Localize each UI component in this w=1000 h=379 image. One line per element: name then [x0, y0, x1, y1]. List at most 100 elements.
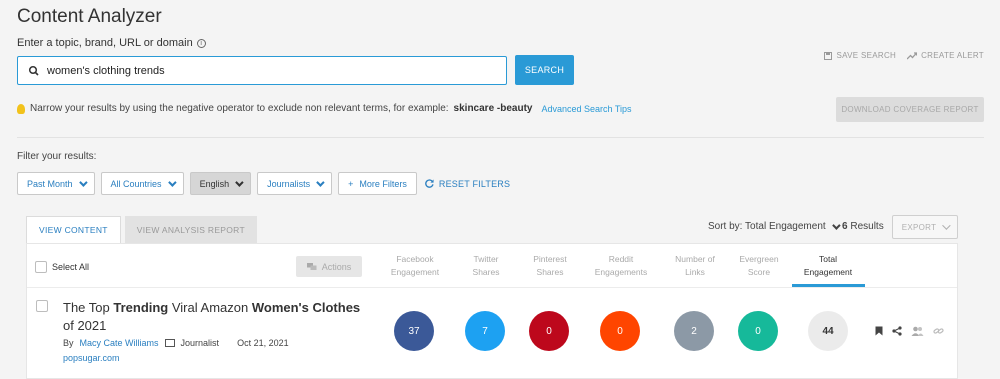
sort-dropdown[interactable]: Sort by: Total Engagement — [708, 220, 841, 232]
active-sort-indicator — [792, 284, 865, 287]
filter-english[interactable]: English — [189, 172, 252, 195]
metric-pinterest-shares: 0 — [529, 311, 569, 351]
chevron-down-icon — [78, 177, 88, 187]
publish-date: Oct 21, 2021 — [237, 338, 289, 348]
metric-reddit-engagements: 0 — [600, 311, 640, 351]
results-label: Results — [850, 221, 884, 232]
page-title: Content Analyzer — [17, 6, 162, 27]
search-button[interactable]: SEARCH — [515, 55, 574, 85]
top-actions: SAVE SEARCH CREATE ALERT — [824, 51, 984, 60]
more-filters-label: More Filters — [359, 178, 407, 189]
view-tabs: VIEW CONTENT VIEW ANALYSIS REPORT — [26, 216, 257, 243]
download-coverage-report-button[interactable]: DOWNLOAD COVERAGE REPORT — [836, 97, 984, 122]
article-title-part: Viral Amazon — [168, 300, 252, 315]
create-alert-button[interactable]: CREATE ALERT — [907, 51, 984, 60]
reset-filters-button[interactable]: RESET FILTERS — [425, 179, 510, 189]
users-icon[interactable] — [911, 326, 924, 336]
col-reddit-line1: Reddit — [608, 254, 634, 264]
lightbulb-icon — [17, 103, 25, 114]
search-field[interactable] — [17, 56, 507, 85]
filter-all-countries-label: All Countries — [110, 178, 162, 189]
article-title-part: of 2021 — [63, 318, 107, 333]
col-facebook-line1: Facebook — [396, 254, 434, 264]
col-twitter-shares[interactable]: Twitter Shares — [451, 253, 521, 279]
col-links-line1: Number of — [675, 254, 715, 264]
share-icon[interactable] — [892, 326, 902, 336]
select-all-checkbox[interactable] — [35, 261, 47, 273]
col-evergreen-score[interactable]: Evergreen Score — [724, 253, 794, 279]
search-label: Enter a topic, brand, URL or domain i — [17, 37, 206, 49]
chevron-down-icon — [942, 221, 951, 230]
more-filters-button[interactable]: + More Filters — [338, 172, 417, 195]
bookmark-icon[interactable] — [875, 326, 883, 336]
info-icon[interactable]: i — [196, 38, 206, 48]
sort-label: Sort by: Total Engagement — [708, 221, 826, 232]
article-title-part: The Top — [63, 300, 114, 315]
filter-journalists-label: Journalists — [267, 178, 311, 189]
metric-twitter-shares: 7 — [465, 311, 505, 351]
tip-example: skincare -beauty — [453, 103, 533, 114]
col-twitter-line1: Twitter — [473, 254, 499, 264]
refresh-icon — [425, 179, 434, 188]
col-total-line1: Total — [819, 254, 837, 264]
col-pinterest-shares[interactable]: Pinterest Shares — [515, 253, 585, 279]
select-all-label: Select All — [52, 262, 90, 272]
col-number-of-links[interactable]: Number of Links — [660, 253, 730, 279]
filter-all-countries[interactable]: All Countries — [100, 172, 184, 195]
advanced-search-tips-link[interactable]: Advanced Search Tips — [541, 104, 631, 114]
results-number: 6 — [842, 221, 848, 232]
col-total-engagement[interactable]: Total Engagement — [793, 253, 863, 279]
chevron-down-icon — [831, 220, 841, 230]
metric-number-of-links: 2 — [674, 311, 714, 351]
row-actions — [875, 326, 944, 336]
author-role: Journalist — [180, 338, 220, 348]
filter-english-label: English — [199, 178, 230, 189]
chevron-down-icon — [235, 177, 244, 187]
col-reddit-engagements[interactable]: Reddit Engagements — [586, 253, 656, 279]
save-search-label: SAVE SEARCH — [836, 51, 897, 60]
domain-link[interactable]: popsugar.com — [63, 353, 120, 363]
results-count: 6 Results — [842, 221, 884, 232]
metric-total-engagement: 44 — [808, 311, 848, 351]
row-checkbox[interactable] — [36, 300, 48, 312]
col-total-line2: Engagement — [803, 267, 853, 277]
filter-past-month[interactable]: Past Month — [17, 172, 95, 195]
article-title-keyword: Trending — [113, 300, 169, 315]
by-label: By — [63, 338, 74, 348]
col-evergreen-line1: Evergreen — [739, 254, 779, 264]
save-search-button[interactable]: SAVE SEARCH — [824, 51, 896, 60]
tab-view-analysis-report[interactable]: VIEW ANALYSIS REPORT — [124, 216, 257, 243]
search-input[interactable] — [47, 64, 477, 77]
col-facebook-line2: Engagement — [390, 267, 440, 277]
search-tip: Narrow your results by using the negativ… — [17, 103, 632, 114]
export-label: EXPORT — [901, 222, 937, 232]
reset-filters-label: RESET FILTERS — [438, 178, 511, 189]
col-pinterest-line1: Pinterest — [533, 254, 567, 264]
link-icon[interactable] — [933, 326, 944, 336]
export-button[interactable]: EXPORT — [892, 215, 958, 239]
filter-bar: Past Month All Countries English Journal… — [17, 172, 510, 195]
table-row: The Top Trending Viral Amazon Women's Cl… — [27, 289, 957, 379]
table-header: Select All Actions Facebook Engagement T… — [27, 244, 957, 288]
journalist-icon — [164, 339, 175, 347]
create-alert-label: CREATE ALERT — [921, 51, 984, 60]
author-link[interactable]: Macy Cate Williams — [80, 338, 159, 348]
filter-journalists[interactable]: Journalists — [257, 172, 333, 195]
results-panel: Select All Actions Facebook Engagement T… — [26, 243, 958, 379]
chevron-down-icon — [167, 177, 177, 187]
article-title-keyword: Women's Clothes — [251, 300, 361, 315]
actions-label: Actions — [321, 261, 352, 272]
col-links-line2: Links — [685, 267, 705, 277]
article-title[interactable]: The Top Trending Viral Amazon Women's Cl… — [63, 299, 363, 335]
chat-icon — [306, 262, 317, 270]
tip-text: Narrow your results by using the negativ… — [30, 103, 449, 114]
filter-label: Filter your results: — [17, 151, 97, 162]
plus-icon: + — [348, 178, 354, 189]
col-pinterest-line2: Shares — [536, 267, 564, 277]
col-twitter-line2: Shares — [472, 267, 500, 277]
col-facebook-engagement[interactable]: Facebook Engagement — [380, 253, 450, 279]
actions-button[interactable]: Actions — [296, 256, 362, 277]
col-evergreen-line2: Score — [747, 267, 771, 277]
tab-view-content[interactable]: VIEW CONTENT — [26, 216, 121, 243]
article-meta: By Macy Cate Williams Journalist Oct 21,… — [63, 338, 289, 348]
